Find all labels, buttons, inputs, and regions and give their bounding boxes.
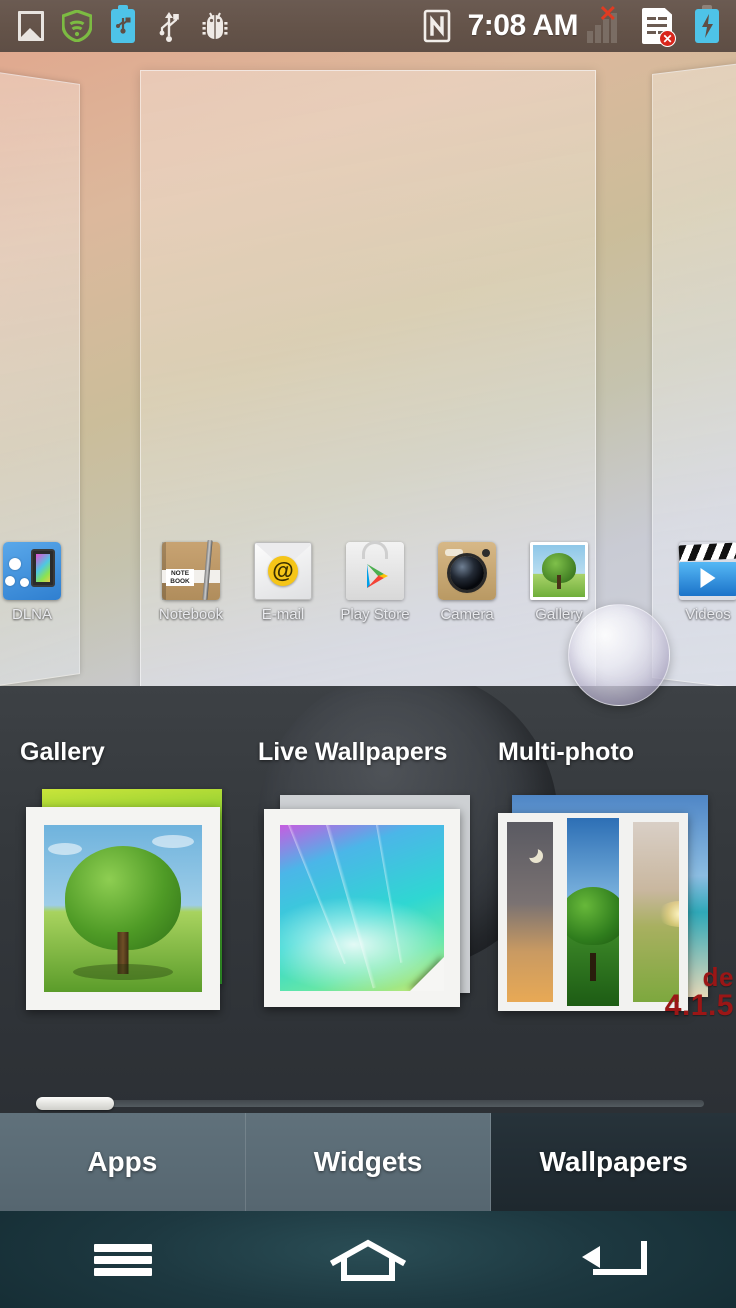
status-bar[interactable]: 7:08 AM ✕ ✕	[0, 0, 736, 52]
page-curl-corner	[410, 957, 444, 991]
signal-bars-icon: ✕	[584, 1, 630, 46]
tab-widgets[interactable]: Widgets	[245, 1113, 492, 1211]
camera-icon	[438, 542, 496, 600]
email-icon: @	[254, 542, 312, 600]
play-store-icon	[346, 541, 404, 600]
thumb-photo	[44, 825, 202, 992]
at-symbol: @	[268, 556, 298, 586]
watermark-line-1: de	[702, 962, 734, 992]
videos-icon	[678, 542, 736, 600]
version-watermark: de 4.1.5	[665, 964, 734, 1021]
app-label-notebook: Notebook	[158, 606, 224, 623]
app-icon-email[interactable]: @ E-mail	[237, 542, 329, 623]
fold-panel-night	[500, 813, 560, 1011]
app-icon-dlna[interactable]: DLNA	[0, 542, 78, 623]
app-label-email: E-mail	[261, 606, 305, 623]
wallpaper-option-title-live: Live Wallpapers	[258, 738, 448, 766]
fold-panel-tree	[560, 813, 626, 1011]
notebook-icon: NOTE BOOK	[162, 539, 220, 601]
nfc-icon	[414, 6, 460, 46]
thumb-front-frame	[264, 809, 460, 1007]
wallpaper-thumb-live[interactable]	[258, 795, 508, 1020]
signal-error-x-icon: ✕	[598, 1, 617, 26]
app-icon-notebook[interactable]: NOTE BOOK Notebook	[145, 539, 237, 623]
home-screen-preview[interactable]: DLNA NOTE BOOK Notebook @ E-mail Play St…	[0, 52, 736, 686]
notebook-badge-line2: BOOK	[170, 577, 190, 585]
app-label-camera: Camera	[440, 606, 494, 623]
watermark-line-2: 4.1.5	[664, 988, 734, 1022]
battery-charging-icon	[684, 5, 730, 46]
notebook-badge-line1: NOTE	[170, 570, 190, 578]
wallpaper-thumb-gallery[interactable]	[20, 789, 260, 1020]
status-bar-right-icons: 7:08 AM ✕ ✕	[414, 1, 736, 47]
home-dock: NOTE BOOK Notebook @ E-mail Play Store C…	[145, 539, 605, 623]
sim-error-badge: ✕	[659, 30, 676, 47]
bottom-tab-bar[interactable]: Apps Widgets Wallpapers	[0, 1113, 736, 1211]
scrollbar-thumb[interactable]	[36, 1097, 114, 1110]
bubble-orb-decoration	[568, 604, 670, 706]
usb-debug-bug-icon	[192, 6, 238, 46]
horizontal-scrollbar[interactable]	[0, 1096, 736, 1110]
thumb-front-frame	[26, 807, 220, 1010]
sim-card-error-icon: ✕	[634, 6, 680, 47]
app-label-videos: Videos	[685, 606, 731, 623]
thumb-photo	[280, 825, 444, 991]
tab-wallpapers[interactable]: Wallpapers	[491, 1113, 736, 1211]
left-page-dock: DLNA	[0, 542, 78, 623]
wallpaper-option-gallery[interactable]: Gallery	[20, 686, 260, 1020]
hamburger-menu-icon	[93, 1243, 152, 1276]
app-icon-videos[interactable]: Videos	[662, 542, 736, 623]
app-label-dlna: DLNA	[11, 606, 52, 623]
app-label-play-store: Play Store	[340, 606, 410, 623]
dlna-icon	[3, 542, 61, 600]
battery-usb-icon	[100, 5, 146, 46]
scrollbar-track[interactable]	[36, 1100, 704, 1107]
app-label-gallery: Gallery	[535, 606, 583, 623]
home-house-icon	[329, 1239, 407, 1281]
gallery-icon	[530, 542, 588, 600]
gallery-picture-icon	[8, 6, 54, 46]
wallpaper-option-live-wallpapers[interactable]: Live Wallpapers	[258, 686, 508, 1020]
wifi-shield-icon	[54, 6, 100, 46]
usb-icon	[146, 6, 192, 46]
app-icon-camera[interactable]: Camera	[421, 542, 513, 623]
menu-button[interactable]	[0, 1211, 245, 1308]
back-arrow-icon	[582, 1240, 648, 1275]
wallpaper-option-title-gallery: Gallery	[20, 738, 105, 766]
right-page-dock: Videos	[662, 542, 736, 623]
home-button[interactable]	[245, 1211, 490, 1308]
android-navigation-bar[interactable]	[0, 1211, 736, 1308]
tab-apps[interactable]: Apps	[0, 1113, 246, 1211]
wallpaper-option-title-multi: Multi-photo	[498, 738, 635, 766]
back-button[interactable]	[491, 1211, 736, 1308]
wallpaper-picker-panel: Gallery Live Wallpapers Multi-photo de 4…	[0, 686, 736, 1116]
app-icon-play-store[interactable]: Play Store	[329, 541, 421, 623]
thumb-folded-triptych	[498, 813, 688, 1011]
status-bar-left-icons	[0, 5, 238, 46]
clock-time: 7:08 AM	[467, 9, 579, 42]
